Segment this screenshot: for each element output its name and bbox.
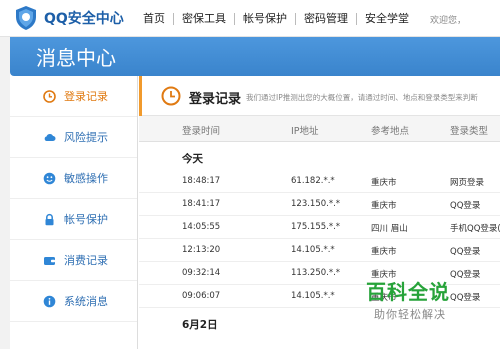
- face-icon: [43, 172, 56, 185]
- table-row: 12:13:20 14.105.*.* 重庆市 QQ登录: [139, 239, 500, 262]
- cloud-icon: [44, 134, 56, 141]
- section-title: 登录记录: [189, 92, 242, 107]
- cell-login-type: QQ登录: [450, 201, 481, 211]
- section-header: 登录记录 我们通过IP推测出您的大概位置，请通过时间、地点和登录类型来判断: [139, 76, 500, 116]
- table-header: 登录时间 IP地址 参考地点 登录类型: [139, 116, 500, 142]
- sidebar-item-sensitive-operations[interactable]: 敏感操作: [10, 158, 137, 199]
- cell-ip: 61.182.*.*: [291, 176, 335, 186]
- cell-time: 12:13:20: [182, 245, 221, 255]
- qq-security-logo[interactable]: QQ安全中心: [14, 5, 124, 31]
- cell-login-type: QQ登录: [450, 247, 481, 257]
- cell-ip: 14.105.*.*: [291, 245, 335, 255]
- nav-password-management[interactable]: 密码管理: [296, 12, 357, 25]
- cell-login-type: 手机QQ登录(: [450, 224, 500, 234]
- page-banner: 消息中心: [10, 37, 500, 76]
- cell-ip: 123.150.*.*: [291, 199, 341, 209]
- cell-location: 四川 眉山: [371, 224, 408, 234]
- cell-ip: 113.250.*.*: [291, 268, 341, 278]
- cell-time: 14:05:55: [182, 222, 221, 232]
- page-title: 消息中心: [36, 46, 116, 70]
- watermark-title: 百科全说: [366, 280, 450, 304]
- cell-location: 重庆市: [371, 201, 397, 211]
- sidebar-item-label: 敏感操作: [64, 172, 108, 185]
- sidebar-item-risk-alerts[interactable]: 风险提示: [10, 117, 137, 158]
- page-left-gutter: [0, 37, 10, 349]
- cell-time: 09:06:07: [182, 291, 221, 301]
- sidebar-item-label: 系统消息: [64, 295, 108, 308]
- section-accent-bar: [139, 76, 142, 116]
- clock-icon: [43, 90, 56, 103]
- cell-ip: 14.105.*.*: [291, 291, 335, 301]
- cell-ip: 175.155.*.*: [291, 222, 341, 232]
- sidebar-item-label: 帐号保护: [64, 213, 108, 226]
- nav-account-protection[interactable]: 帐号保护: [235, 12, 296, 25]
- table-row: 18:41:17 123.150.*.* 重庆市 QQ登录: [139, 193, 500, 216]
- date-group-label: 今天: [182, 153, 203, 165]
- sidebar-item-label: 风险提示: [64, 131, 108, 144]
- date-group-header: 今天: [139, 142, 500, 170]
- nav-security-tools[interactable]: 密保工具: [174, 12, 235, 25]
- clock-icon: [161, 86, 181, 106]
- cell-location: 重庆市: [371, 178, 397, 188]
- section-description: 我们通过IP推测出您的大概位置，请通过时间、地点和登录类型来判断: [246, 93, 478, 102]
- cell-login-type: QQ登录: [450, 293, 481, 303]
- date-group-label: 6月2日: [182, 319, 218, 331]
- column-header-location: 参考地点: [371, 126, 410, 137]
- column-header-login-type: 登录类型: [450, 126, 489, 137]
- top-navigation-bar: QQ安全中心 首页 密保工具 帐号保护 密码管理 安全学堂 欢迎您，: [0, 0, 500, 37]
- sidebar-item-account-protection[interactable]: 帐号保护: [10, 199, 137, 240]
- main-nav: 首页 密保工具 帐号保护 密码管理 安全学堂: [135, 0, 417, 37]
- info-icon: [43, 295, 56, 308]
- sidebar-item-label: 登录记录: [64, 90, 108, 103]
- sidebar-item-system-messages[interactable]: 系统消息: [10, 281, 137, 322]
- sidebar: 登录记录 风险提示 敏感操作 帐号保护 消费记录 系统消息: [10, 76, 138, 349]
- cell-login-type: 网页登录: [450, 178, 485, 188]
- lock-icon: [45, 213, 54, 226]
- cell-login-type: QQ登录: [450, 270, 481, 280]
- nav-security-school[interactable]: 安全学堂: [357, 12, 417, 25]
- cell-time: 09:32:14: [182, 268, 221, 278]
- watermark-subtitle: 助你轻松解决: [374, 308, 446, 321]
- cell-location: 重庆市: [371, 247, 397, 257]
- table-row: 18:48:17 61.182.*.* 重庆市 网页登录: [139, 170, 500, 193]
- wallet-icon: [44, 257, 55, 265]
- watermark: 百科全说 助你轻松解决: [366, 276, 450, 322]
- column-header-ip: IP地址: [291, 126, 319, 137]
- sidebar-item-label: 消费记录: [64, 254, 108, 267]
- nav-home[interactable]: 首页: [135, 12, 174, 25]
- logo-text: QQ安全中心: [44, 11, 124, 27]
- cell-time: 18:41:17: [182, 199, 221, 209]
- sidebar-item-consumption-records[interactable]: 消费记录: [10, 240, 137, 281]
- cell-time: 18:48:17: [182, 176, 221, 186]
- table-row: 14:05:55 175.155.*.* 四川 眉山 手机QQ登录(: [139, 216, 500, 239]
- sidebar-item-login-records[interactable]: 登录记录: [10, 76, 137, 117]
- welcome-text: 欢迎您，: [430, 16, 467, 26]
- shield-icon: [16, 6, 36, 30]
- column-header-time: 登录时间: [182, 126, 221, 137]
